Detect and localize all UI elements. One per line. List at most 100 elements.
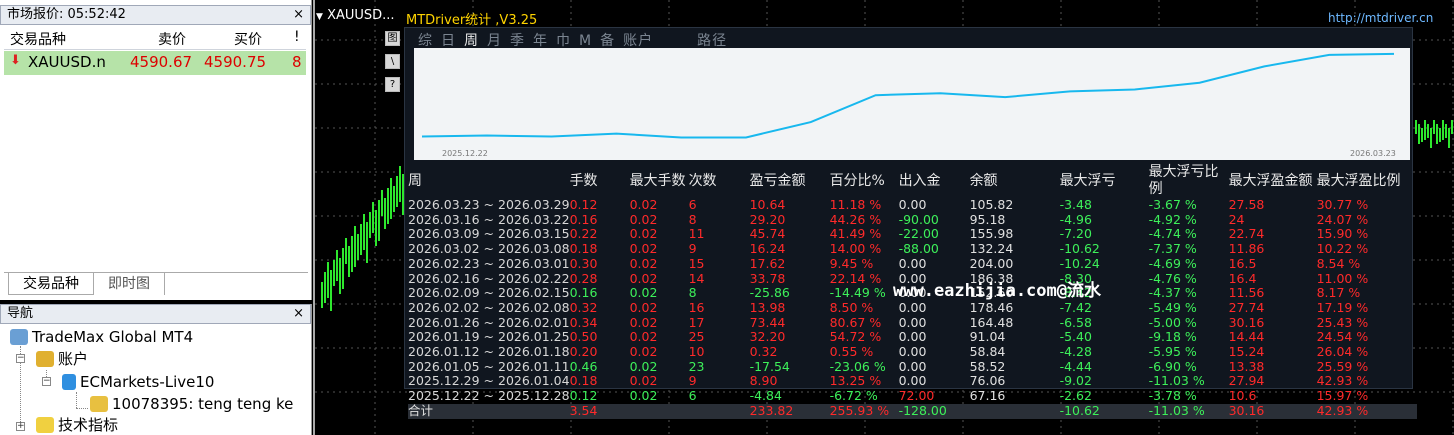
col-header: 最大浮亏 bbox=[1059, 172, 1116, 189]
mode-tab[interactable]: 周 bbox=[464, 33, 479, 49]
tree-accounts[interactable]: 账户 bbox=[36, 349, 88, 369]
table-cell: 41.49 % bbox=[829, 226, 882, 242]
table-cell: 2025.12.29 ~ 2026.01.04 bbox=[408, 373, 570, 389]
price-candle bbox=[330, 270, 332, 311]
mode-tab[interactable]: 路径 bbox=[697, 33, 727, 49]
table-cell: 0.02 bbox=[629, 358, 658, 374]
table-row: 2026.01.19 ~ 2026.01.25 0.50 0.02 25 32.20 54… bbox=[408, 330, 1417, 345]
table-cell: 0.00 bbox=[898, 197, 927, 212]
tree-root[interactable]: TradeMax Global MT4 bbox=[10, 327, 193, 347]
table-cell: 2026.01.05 ~ 2026.01.11 bbox=[408, 358, 570, 374]
table-cell: 2026.03.16 ~ 2026.03.22 bbox=[408, 211, 570, 227]
col-bid[interactable]: 卖价 bbox=[158, 29, 186, 49]
collapse-icon[interactable]: − bbox=[16, 354, 25, 363]
table-cell: 0.02 bbox=[629, 299, 658, 315]
col-header: 余额 bbox=[969, 172, 998, 189]
table-row: 2026.02.02 ~ 2026.02.08 0.32 0.02 16 13.98 8.… bbox=[408, 299, 1417, 316]
table-cell: -4.28 bbox=[1059, 344, 1092, 360]
table-cell: 25.43 % bbox=[1316, 314, 1369, 330]
table-row: 2026.01.05 ~ 2026.01.11 0.46 0.02 23 -17.54 -… bbox=[408, 358, 1417, 375]
tab-symbols[interactable]: 交易品种 bbox=[8, 273, 94, 295]
mode-tab[interactable]: 账户 bbox=[623, 33, 653, 49]
table-cell: -4.96 bbox=[1059, 211, 1092, 227]
table-cell: 24.54 % bbox=[1316, 329, 1369, 345]
table-cell: 0.00 bbox=[898, 314, 927, 330]
indicators-icon bbox=[36, 417, 54, 433]
collapse-icon[interactable]: − bbox=[42, 377, 51, 386]
mode-tab[interactable]: 年 bbox=[533, 33, 548, 49]
tree-account[interactable]: 10078395: teng teng ke bbox=[90, 394, 293, 414]
help-button[interactable]: ? bbox=[385, 77, 400, 92]
table-cell: 80.67 % bbox=[829, 314, 882, 330]
market-watch-tabs: 交易品种 即时图 bbox=[4, 272, 308, 295]
table-cell: 0.02 bbox=[629, 270, 658, 286]
col-header: 出入金 bbox=[898, 172, 941, 189]
table-cell: 8.50 % bbox=[829, 299, 874, 315]
tree-server-label: ECMarkets-Live10 bbox=[80, 373, 215, 391]
website-link[interactable]: http://mtdriver.cn bbox=[1328, 11, 1433, 25]
bid-price: 4590.67 bbox=[130, 53, 193, 71]
chart-icon-button[interactable]: 图 bbox=[385, 31, 400, 46]
table-cell: 0.02 bbox=[629, 344, 658, 360]
triangle-down-icon: ▼ bbox=[316, 12, 323, 22]
tab-tick-chart[interactable]: 即时图 bbox=[94, 273, 165, 295]
mode-tab[interactable]: 月 bbox=[487, 33, 502, 49]
price-candle bbox=[1415, 120, 1417, 134]
price-candle bbox=[1436, 124, 1438, 144]
symbol-row[interactable]: ⬇ XAUUSD.n 4590.67 4590.75 8 bbox=[4, 51, 306, 75]
table-cell: 2026.01.19 ~ 2026.01.25 bbox=[408, 329, 570, 345]
close-icon[interactable]: × bbox=[293, 6, 304, 24]
watermark-text: www.eazhijia.com@流水 bbox=[893, 281, 1101, 301]
table-cell: 58.84 bbox=[969, 344, 1006, 360]
price-candle bbox=[1451, 120, 1453, 134]
col-symbol[interactable]: 交易品种 bbox=[10, 29, 66, 49]
price-candle bbox=[342, 248, 344, 289]
table-cell: 32.20 bbox=[749, 329, 786, 345]
col-header: 次数 bbox=[688, 172, 717, 189]
table-cell: 105.82 bbox=[969, 197, 1014, 212]
expand-icon[interactable]: + bbox=[16, 422, 25, 431]
navigator-title: 导航 × bbox=[0, 304, 311, 324]
table-cell: 16.4 bbox=[1228, 270, 1257, 286]
table-cell: 2026.03.02 ~ 2026.03.08 bbox=[408, 241, 570, 257]
tree-server[interactable]: ECMarkets-Live10 bbox=[62, 372, 214, 392]
equity-line bbox=[421, 52, 1395, 139]
down-arrow-icon: ⬇ bbox=[10, 53, 21, 68]
mode-tab[interactable]: M bbox=[579, 33, 592, 49]
table-cell: 14.00 % bbox=[829, 241, 882, 257]
col-spread[interactable]: ! bbox=[294, 29, 300, 45]
table-cell: 22.14 % bbox=[829, 270, 882, 286]
table-cell: 8.90 bbox=[749, 373, 778, 389]
table-cell: -5.00 % bbox=[1148, 314, 1197, 330]
close-icon[interactable]: × bbox=[293, 305, 304, 323]
mode-tab[interactable]: 日 bbox=[441, 33, 456, 49]
price-candle bbox=[393, 186, 395, 212]
tree-indicators[interactable]: 技术指标 bbox=[36, 415, 118, 435]
price-candle bbox=[354, 226, 356, 267]
price-candle bbox=[381, 190, 383, 216]
table-cell: 178.46 bbox=[969, 299, 1014, 315]
table-row: 2026.01.12 ~ 2026.01.18 0.20 0.02 10 0.32 0.5… bbox=[408, 344, 1417, 360]
table-cell: 2026.02.16 ~ 2026.02.22 bbox=[408, 270, 570, 286]
mode-tab[interactable]: 巾 bbox=[556, 33, 571, 49]
table-cell: 25 bbox=[688, 329, 705, 345]
table-cell: 0.00 bbox=[898, 299, 927, 315]
line-tool-button[interactable]: \ bbox=[385, 54, 400, 69]
table-row: 2026.03.23 ~ 2026.03.29 0.12 0.02 6 10.64 11.… bbox=[408, 197, 1417, 213]
col-ask[interactable]: 买价 bbox=[234, 29, 262, 49]
table-cell: 9 bbox=[688, 373, 697, 389]
table-cell: 0.50 bbox=[569, 329, 598, 345]
table-cell: -88.00 bbox=[898, 241, 939, 257]
mode-tab[interactable]: 备 bbox=[600, 33, 615, 49]
table-cell: 2026.02.02 ~ 2026.02.08 bbox=[408, 299, 570, 315]
price-candle bbox=[348, 246, 350, 277]
table-cell: 15.90 % bbox=[1316, 226, 1369, 242]
tree-accounts-label: 账户 bbox=[58, 350, 89, 368]
table-cell: 0.12 bbox=[569, 197, 598, 212]
table-cell: -7.37 % bbox=[1148, 241, 1197, 257]
table-cell: 0.16 bbox=[569, 211, 598, 227]
table-cell: -9.02 bbox=[1059, 373, 1092, 389]
mode-tab[interactable]: 综 bbox=[418, 33, 433, 49]
mode-tab[interactable]: 季 bbox=[510, 33, 525, 49]
table-cell: 164.48 bbox=[969, 314, 1014, 330]
